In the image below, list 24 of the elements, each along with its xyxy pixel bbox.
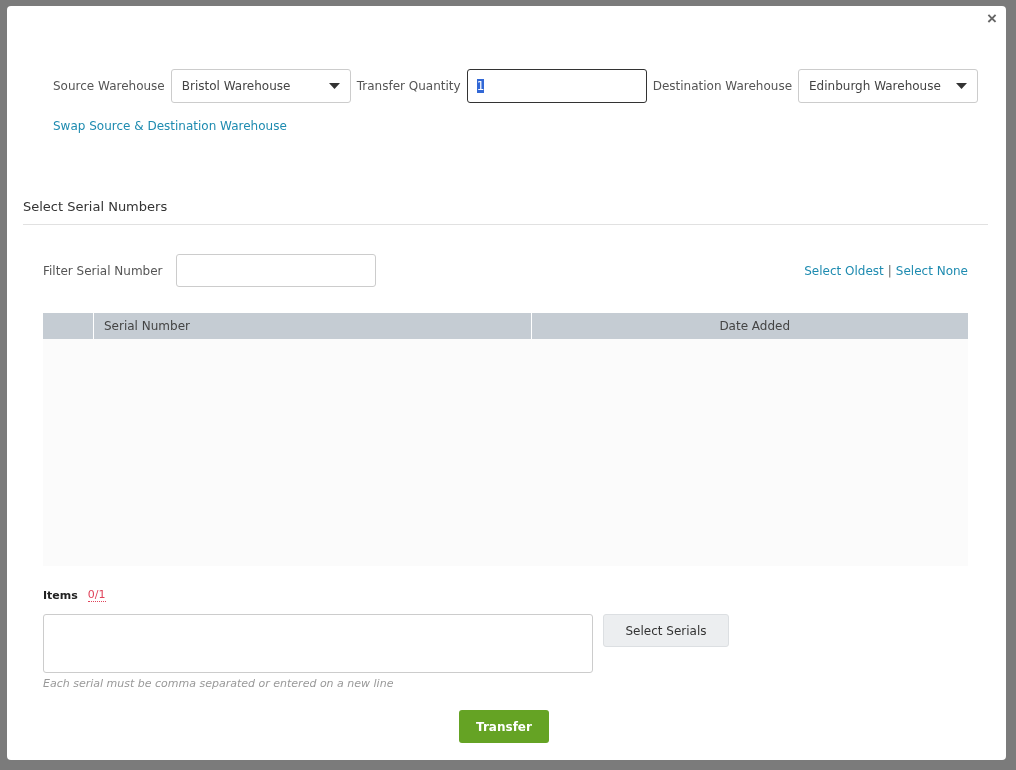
- field-label: Filter Serial Number: [43, 263, 163, 278]
- close-button[interactable]: ×: [985, 10, 999, 27]
- select-oldest-link[interactable]: Select Oldest: [804, 263, 884, 278]
- source-warehouse-dropdown[interactable]: Bristol Warehouse: [170, 69, 351, 103]
- caret-icon: [956, 83, 968, 89]
- table-header-cell: Serial Number: [93, 313, 531, 339]
- select-none-link[interactable]: Select None: [895, 263, 968, 278]
- swap-warehouse-link[interactable]: Swap Source & Destination Warehouse: [53, 119, 287, 133]
- field-label: Transfer Quantity: [356, 79, 461, 93]
- separator: |: [887, 263, 892, 278]
- caret-icon: [328, 83, 340, 89]
- quantity-input-field[interactable]: 1: [466, 69, 647, 103]
- table-header-cell: Date Added: [530, 313, 968, 339]
- transfer-button[interactable]: Transfer: [459, 710, 549, 743]
- section-header: Select Serial Numbers: [23, 196, 988, 225]
- serials-text-area[interactable]: [43, 614, 593, 673]
- select-serials-button[interactable]: Select Serials: [603, 614, 729, 647]
- field-label: Destination Warehouse: [652, 79, 793, 93]
- help-text: Each serial must be comma separated or entered on a new line: [43, 677, 395, 690]
- field-label: Source Warehouse: [53, 79, 165, 93]
- items-count: 0/1: [87, 588, 106, 602]
- filter-input-field[interactable]: [175, 254, 376, 287]
- destination-warehouse-dropdown[interactable]: Edinburgh Warehouse: [798, 69, 979, 103]
- items-label: Items: [43, 588, 78, 602]
